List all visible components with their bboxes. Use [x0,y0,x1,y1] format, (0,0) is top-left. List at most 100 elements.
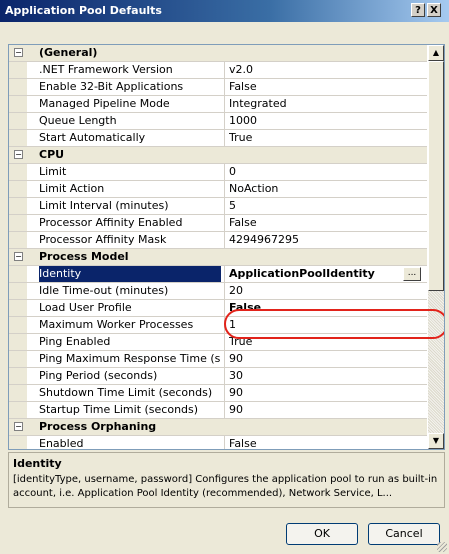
property-name: Queue Length [39,114,117,127]
property-value[interactable]: 0 [229,164,419,180]
property-row[interactable]: Load User Profile False [9,300,427,317]
resize-grip-icon[interactable] [437,542,447,552]
title-bar[interactable]: Application Pool Defaults ? X [0,0,449,22]
property-name: Ping Period (seconds) [39,369,158,382]
vertical-scrollbar[interactable]: ▲ ▼ [428,45,444,449]
property-row[interactable]: Enable 32-Bit Applications False [9,79,427,96]
property-name: Enable 32-Bit Applications [39,80,184,93]
scroll-thumb[interactable] [428,61,444,291]
property-value[interactable]: NoAction [229,181,419,197]
column-separator[interactable] [224,113,225,129]
property-name: Limit Interval (minutes) [39,199,169,212]
property-name: Limit Action [39,182,105,195]
scroll-up-icon[interactable]: ▲ [428,45,444,61]
property-row[interactable]: Ping Enabled True [9,334,427,351]
property-value[interactable]: False [229,79,419,95]
property-value[interactable]: True [229,334,419,350]
property-row[interactable]: Processor Affinity Enabled False [9,215,427,232]
column-separator[interactable] [224,232,225,248]
property-value[interactable]: Integrated [229,96,419,112]
category-row[interactable]: − Process Orphaning [9,419,427,436]
property-row[interactable]: Processor Affinity Mask 4294967295 [9,232,427,249]
category-row[interactable]: − CPU [9,147,427,164]
column-separator[interactable] [224,266,225,282]
column-separator[interactable] [224,300,225,316]
property-row[interactable]: Identity ApplicationPoolIdentity... [9,266,427,283]
property-row[interactable]: Queue Length 1000 [9,113,427,130]
column-separator[interactable] [224,334,225,350]
scroll-down-icon[interactable]: ▼ [428,433,444,449]
category-label: CPU [39,148,65,161]
property-row[interactable]: .NET Framework Version v2.0 [9,62,427,79]
property-row[interactable]: Shutdown Time Limit (seconds) 90 [9,385,427,402]
property-value[interactable]: False [229,300,419,316]
column-separator[interactable] [224,215,225,231]
row-gutter [9,215,27,231]
property-value[interactable]: False [229,436,419,449]
property-row[interactable]: Limit Interval (minutes) 5 [9,198,427,215]
column-separator[interactable] [224,79,225,95]
property-value[interactable]: 90 [229,351,419,367]
property-row[interactable]: Enabled False [9,436,427,449]
row-gutter [9,334,27,350]
property-name: Limit [39,165,67,178]
description-panel: Identity [identityType, username, passwo… [8,452,445,508]
property-value[interactable]: 30 [229,368,419,384]
property-name: .NET Framework Version [39,63,173,76]
row-gutter [9,79,27,95]
help-button[interactable]: ? [411,3,425,17]
column-separator[interactable] [224,317,225,333]
column-separator[interactable] [224,96,225,112]
property-grid: − (General) .NET Framework Version v2.0 Enab… [8,44,445,450]
property-value[interactable]: 5 [229,198,419,214]
property-name: Load User Profile [39,301,132,314]
property-row[interactable]: Limit Action NoAction [9,181,427,198]
row-gutter [9,402,27,418]
property-value[interactable]: ApplicationPoolIdentity [229,266,419,282]
cancel-button[interactable]: Cancel [368,523,440,545]
property-row[interactable]: Limit 0 [9,164,427,181]
column-separator[interactable] [224,351,225,367]
row-gutter [9,113,27,129]
property-value[interactable]: 20 [229,283,419,299]
property-value[interactable]: 1000 [229,113,419,129]
collapse-toggle-icon[interactable]: − [14,252,23,261]
column-separator[interactable] [224,130,225,146]
close-button[interactable]: X [427,3,441,17]
property-value[interactable]: 90 [229,385,419,401]
row-gutter [9,232,27,248]
collapse-toggle-icon[interactable]: − [14,150,23,159]
property-value[interactable]: 4294967295 [229,232,419,248]
property-name: Processor Affinity Enabled [39,216,183,229]
column-separator[interactable] [224,198,225,214]
property-row[interactable]: Ping Maximum Response Time (seconds) 90 [9,351,427,368]
property-name: Identity [39,266,221,282]
property-row[interactable]: Ping Period (seconds) 30 [9,368,427,385]
category-label: (General) [39,46,98,59]
property-value[interactable]: v2.0 [229,62,419,78]
column-separator[interactable] [224,62,225,78]
row-gutter [9,266,27,282]
collapse-toggle-icon[interactable]: − [14,48,23,57]
column-separator[interactable] [224,181,225,197]
column-separator[interactable] [224,368,225,384]
property-row[interactable]: Idle Time-out (minutes) 20 [9,283,427,300]
collapse-toggle-icon[interactable]: − [14,422,23,431]
property-row[interactable]: Startup Time Limit (seconds) 90 [9,402,427,419]
property-value[interactable]: True [229,130,419,146]
column-separator[interactable] [224,385,225,401]
category-row[interactable]: − Process Model [9,249,427,266]
ok-button[interactable]: OK [286,523,358,545]
property-row[interactable]: Managed Pipeline Mode Integrated [9,96,427,113]
property-row[interactable]: Maximum Worker Processes 1 [9,317,427,334]
property-value[interactable]: False [229,215,419,231]
property-row[interactable]: Start Automatically True [9,130,427,147]
column-separator[interactable] [224,436,225,449]
column-separator[interactable] [224,283,225,299]
ellipsis-button[interactable]: ... [403,267,421,281]
property-value[interactable]: 90 [229,402,419,418]
property-value[interactable]: 1 [229,317,419,333]
column-separator[interactable] [224,164,225,180]
column-separator[interactable] [224,402,225,418]
category-row[interactable]: − (General) [9,45,427,62]
